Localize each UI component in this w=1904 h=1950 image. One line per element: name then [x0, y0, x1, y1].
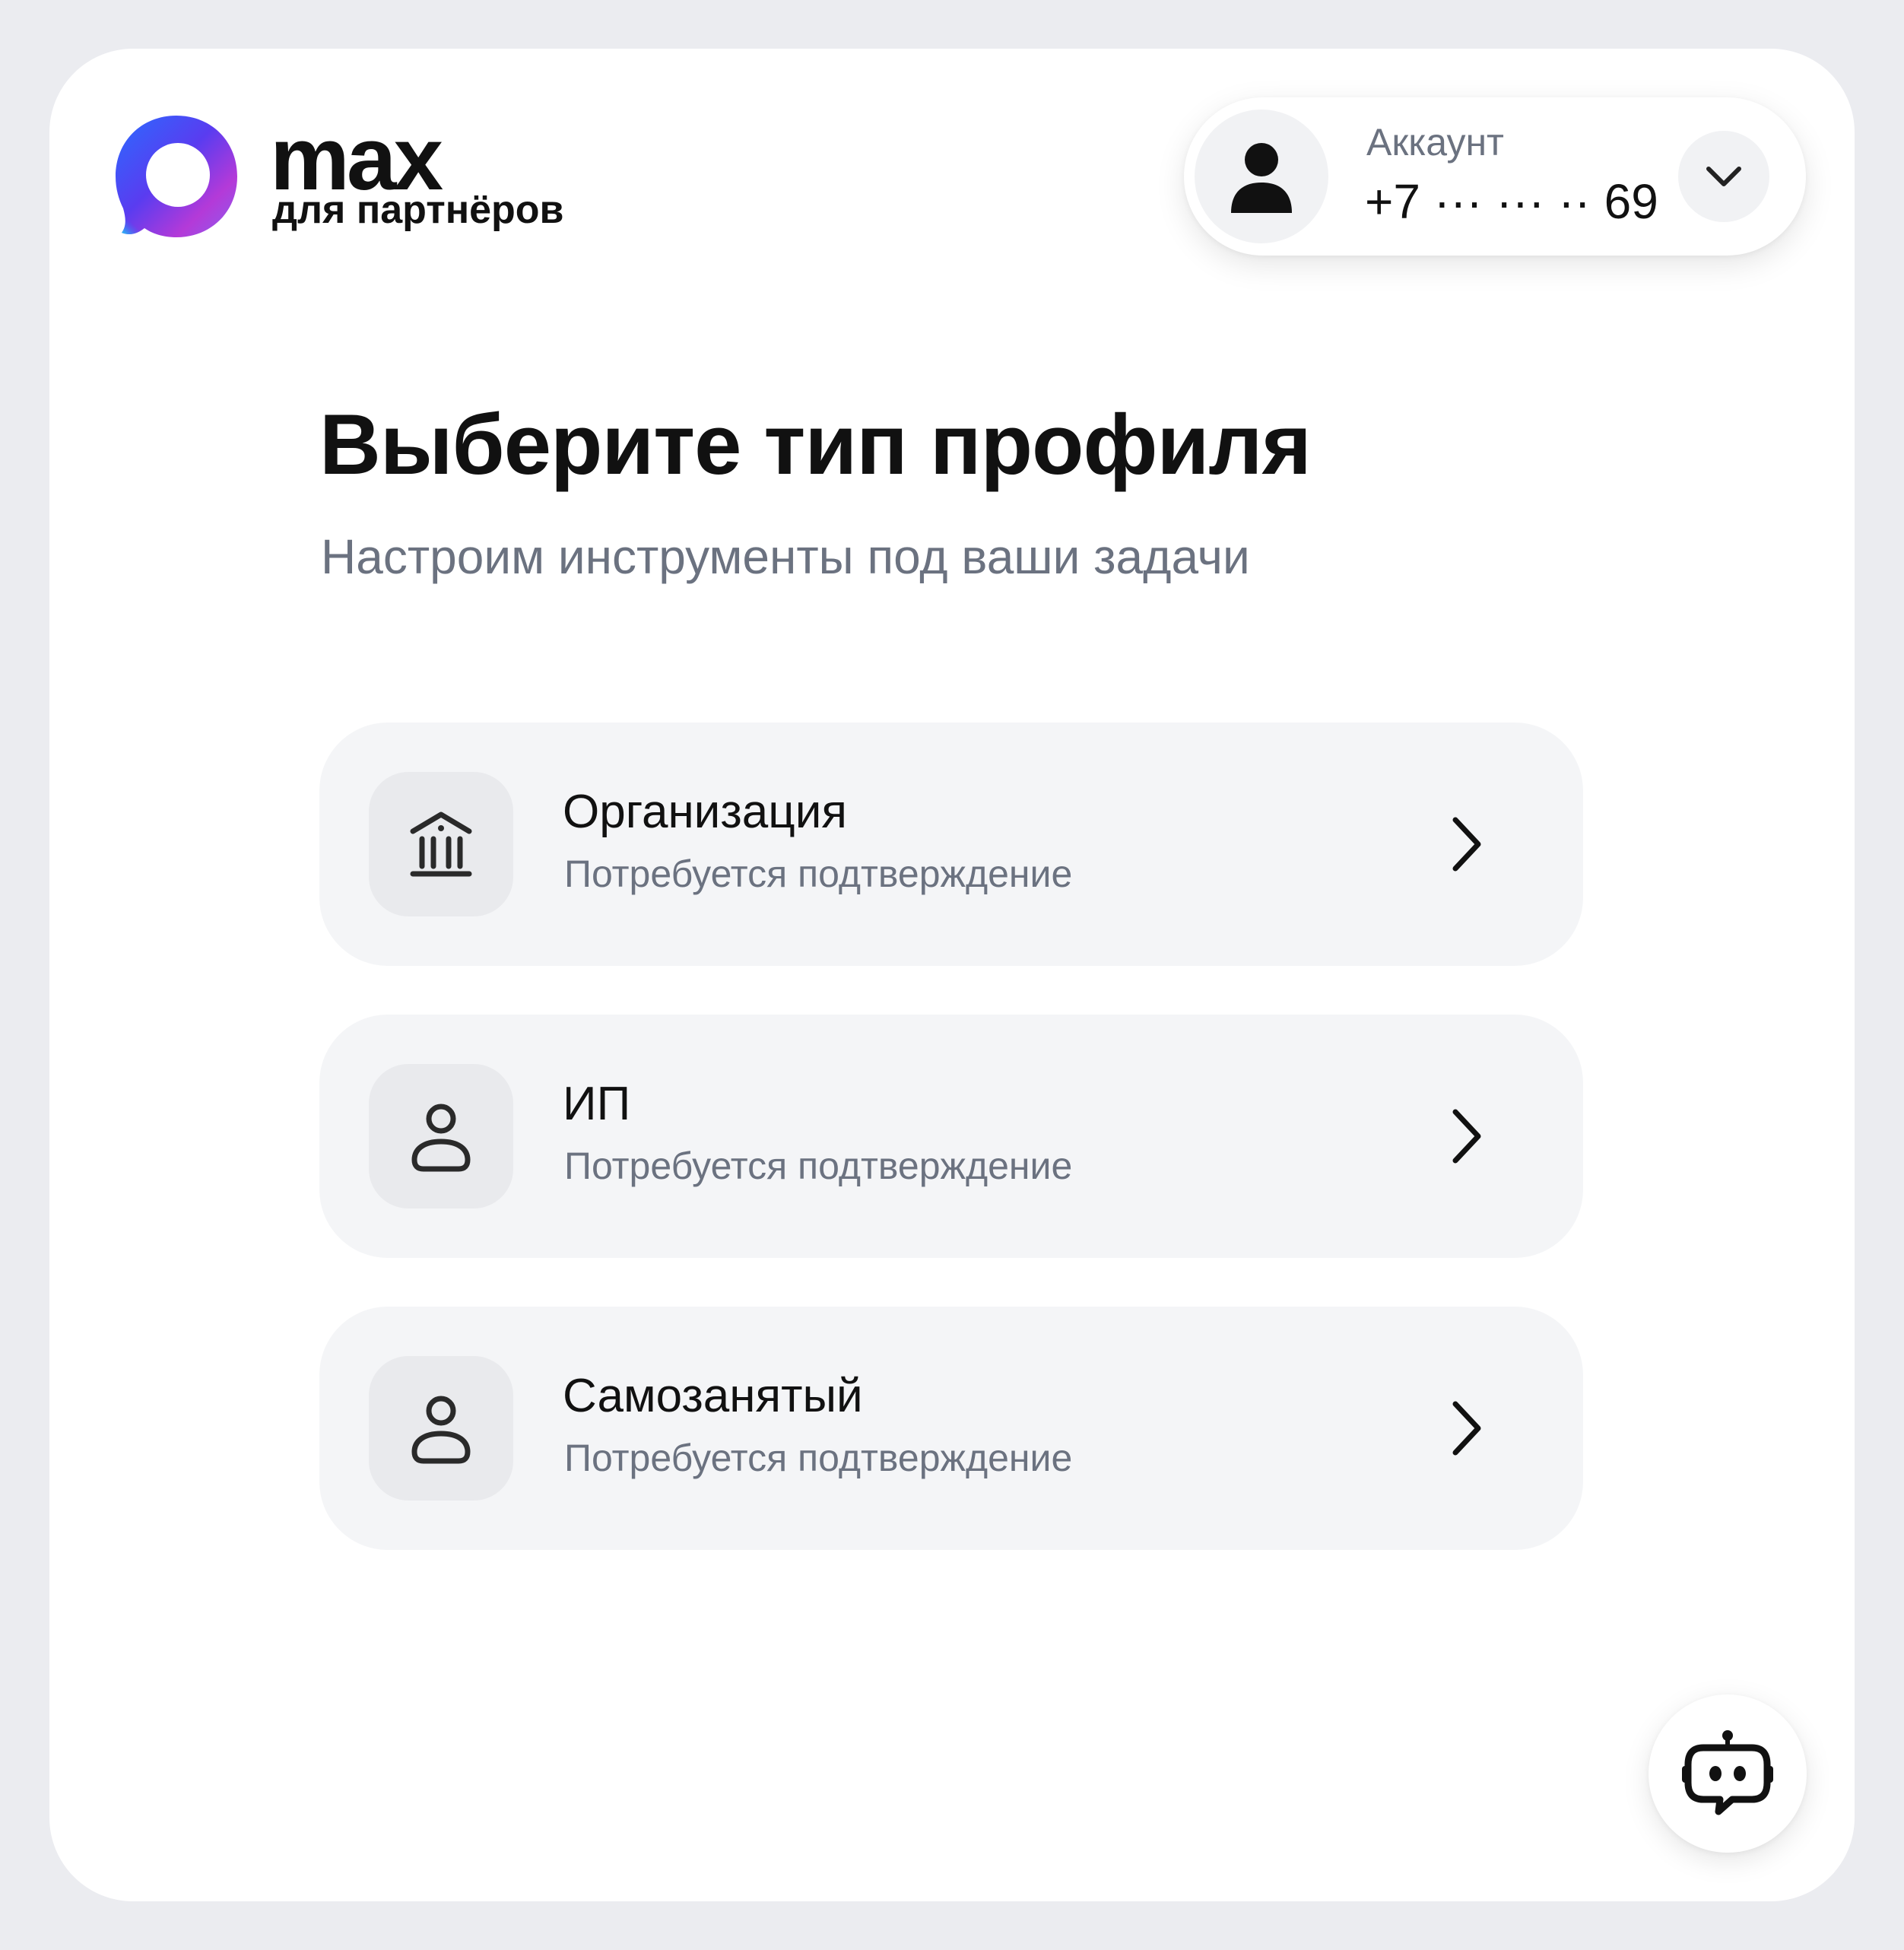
chevron-down-icon — [1706, 167, 1741, 186]
bank-icon — [410, 811, 472, 877]
chevron-right-icon — [1452, 1109, 1481, 1164]
option-subtitle: Потребуется подтверждение — [564, 1437, 1073, 1479]
option-title: ИП — [563, 1078, 631, 1130]
assistant-bot-button[interactable] — [1649, 1694, 1807, 1853]
account-menu[interactable]: Аккаунт +7 ··· ··· ·· 69 — [1184, 97, 1806, 256]
chevron-right-icon — [1452, 1401, 1481, 1456]
option-self-employed[interactable]: Самозанятый Потребуется подтверждение — [319, 1307, 1583, 1550]
option-icon-container — [369, 1356, 513, 1501]
option-title: Организация — [563, 786, 847, 838]
main-panel — [49, 49, 1855, 1901]
account-dropdown-button[interactable] — [1678, 131, 1769, 222]
account-phone: +7 ··· ··· ·· 69 — [1365, 174, 1658, 229]
app-frame: max для партнёров Аккаунт +7 ··· ··· ·· … — [0, 0, 1904, 1950]
max-logo-icon — [116, 116, 237, 237]
avatar — [1195, 110, 1328, 243]
chevron-right-icon — [1452, 817, 1481, 872]
brand-subtitle: для партнёров — [272, 188, 564, 232]
page-title: Выберите тип профиля — [319, 397, 1312, 492]
account-label: Аккаунт — [1366, 121, 1504, 164]
user-avatar-icon — [1231, 143, 1292, 213]
bot-icon — [1682, 1730, 1773, 1815]
option-icon-container — [369, 1064, 513, 1208]
option-subtitle: Потребуется подтверждение — [564, 1145, 1073, 1187]
option-organization[interactable]: Организация Потребуется подтверждение — [319, 723, 1583, 966]
page-subtitle: Настроим инструменты под ваши задачи — [321, 529, 1250, 584]
option-title: Самозанятый — [563, 1370, 863, 1422]
option-individual-entrepreneur[interactable]: ИП Потребуется подтверждение — [319, 1015, 1583, 1258]
person-icon — [411, 1396, 471, 1464]
brand-logo[interactable]: max для партнёров — [114, 114, 585, 243]
person-icon — [411, 1104, 471, 1172]
option-icon-container — [369, 772, 513, 916]
option-subtitle: Потребуется подтверждение — [564, 853, 1073, 895]
